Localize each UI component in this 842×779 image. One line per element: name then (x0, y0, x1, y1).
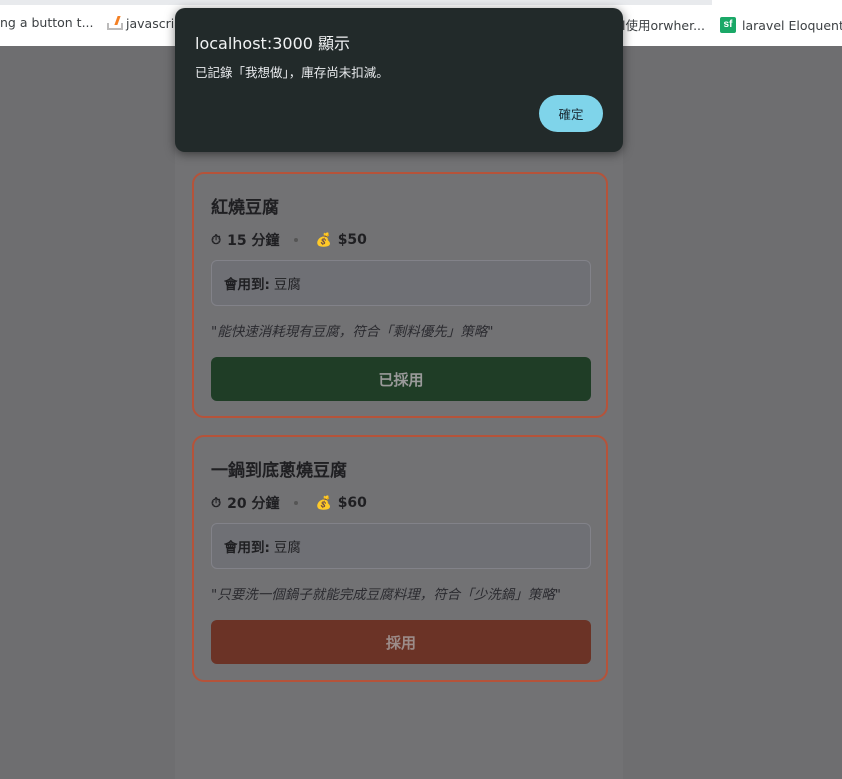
recipe-time: 15 分鐘 (227, 233, 280, 249)
tab-strip-edge (0, 0, 712, 5)
dialog-message: 已記錄「我想做」，庫存尚未扣減。 (195, 65, 389, 80)
ingredients-box: 會用到: 豆腐 (211, 260, 591, 306)
recipe-title: 紅燒豆腐 (211, 198, 279, 218)
bookmark-item[interactable]: ng a button t... (0, 15, 94, 30)
separator-dot (293, 238, 298, 242)
sf-icon: sf (720, 16, 736, 33)
adopted-button[interactable]: 已採用 (211, 357, 591, 401)
stopwatch-icon: ⏱ (211, 232, 222, 248)
dialog-title: localhost:3000 顯示 (195, 34, 351, 53)
money-bag-icon: 💰 (315, 495, 332, 511)
stopwatch-icon: ⏱ (211, 495, 222, 511)
bookmark-item[interactable]: sf laravel Eloquent如 (720, 15, 842, 34)
recipe-title: 一鍋到底蔥燒豆腐 (211, 461, 347, 481)
bookmark-label: ng a button t... (0, 15, 94, 30)
uses-label: 會用到: (224, 277, 270, 293)
ingredients-box: 會用到: 豆腐 (211, 523, 591, 569)
separator-dot (293, 501, 298, 505)
uses-value: 豆腐 (273, 540, 301, 556)
uses-value: 豆腐 (273, 277, 301, 293)
recipe-reason: "能快速消耗現有豆腐，符合「剩料優先」策略" (211, 324, 494, 340)
uses-label: 會用到: (224, 540, 270, 556)
ok-button[interactable]: 確定 (539, 95, 603, 132)
stackoverflow-icon (106, 15, 123, 31)
bookmark-label: javascrip (126, 15, 183, 31)
money-bag-icon: 💰 (315, 232, 332, 248)
recipe-meta: ⏱ 20 分鐘 💰 $60 (211, 493, 367, 513)
bookmark-label: laravel Eloquent如 (742, 18, 842, 33)
adopt-button[interactable]: 採用 (211, 620, 591, 664)
bookmark-label: l使用orwher... (622, 18, 706, 33)
recipe-meta: ⏱ 15 分鐘 💰 $50 (211, 230, 367, 250)
recipe-reason: "只要洗一個鍋子就能完成豆腐料理，符合「少洗鍋」策略" (211, 587, 561, 603)
recipe-time: 20 分鐘 (227, 496, 280, 512)
bookmark-item[interactable]: l使用orwher... (622, 15, 705, 34)
alert-dialog: localhost:3000 顯示 已記錄「我想做」，庫存尚未扣減。 確定 (175, 8, 623, 152)
bookmark-item[interactable]: javascrip (106, 15, 182, 31)
recipe-card: 紅燒豆腐 ⏱ 15 分鐘 💰 $50 會用到: 豆腐 "能快速消耗現有豆腐，符合… (192, 172, 608, 418)
recipe-price: $60 (337, 495, 367, 511)
recipe-card: 一鍋到底蔥燒豆腐 ⏱ 20 分鐘 💰 $60 會用到: 豆腐 "只要洗一個鍋子就… (192, 435, 608, 682)
recipe-price: $50 (337, 232, 367, 248)
